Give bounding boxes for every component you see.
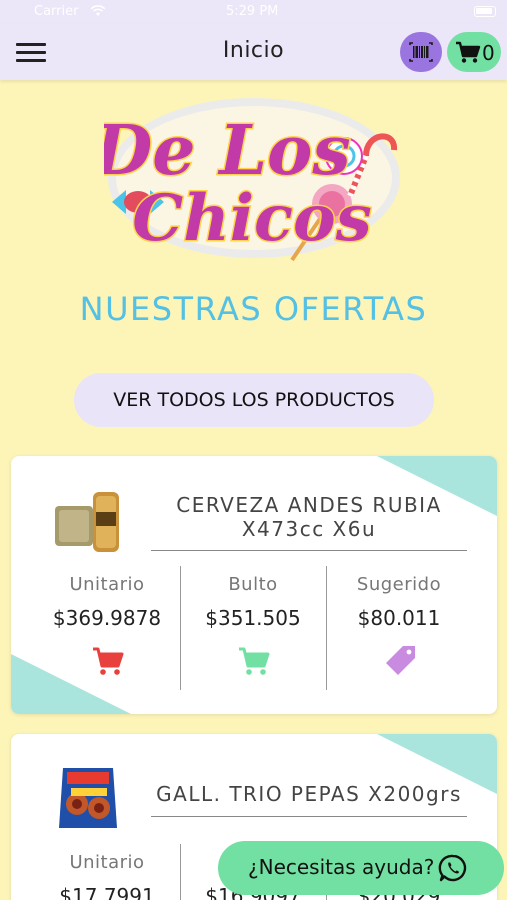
- cart-button[interactable]: 0: [447, 32, 501, 72]
- cart-count: 0: [482, 41, 495, 65]
- product-image: [59, 768, 117, 828]
- clock: 5:29 PM: [226, 4, 279, 19]
- offers-title: NUESTRAS OFERTAS: [79, 290, 428, 328]
- help-whatsapp-button[interactable]: ¿Necesitas ayuda?: [218, 841, 504, 895]
- barcode-scan-button[interactable]: [400, 32, 442, 72]
- view-all-products-button[interactable]: VER TODOS LOS PRODUCTOS: [74, 373, 434, 427]
- product-name: GALL. TRIO PEPAS X200grs: [156, 782, 462, 806]
- carrier-label: Carrier: [34, 4, 79, 19]
- suggested-price: $80.011: [357, 606, 441, 630]
- help-label: ¿Necesitas ayuda?: [248, 855, 435, 879]
- brand-logo: De Los Chicos: [104, 98, 400, 262]
- unit-price: $369.9878: [52, 606, 162, 630]
- bulk-label: Bulto: [228, 574, 278, 595]
- bulk-price-column: Bulto $351.505: [183, 574, 323, 694]
- whatsapp-icon: [438, 854, 467, 882]
- unit-label: Unitario: [69, 852, 145, 873]
- status-bar: Carrier 5:29 PM: [0, 0, 507, 24]
- unit-price: $17.7991: [59, 884, 155, 900]
- column-divider: [180, 566, 181, 690]
- wifi-icon: [90, 5, 106, 16]
- cart-icon: [456, 41, 481, 63]
- logo-text-line1: De Los: [104, 111, 351, 191]
- column-divider: [326, 566, 327, 690]
- logo-text-line2: Chicos: [132, 181, 371, 256]
- product-card: CERVEZA ANDES RUBIA X473cc X6u Unitario …: [11, 456, 497, 714]
- top-nav-bar: Inicio 0: [0, 24, 507, 80]
- battery-icon: [474, 6, 496, 17]
- unit-price-column: Unitario $369.9878: [37, 574, 177, 694]
- divider: [151, 816, 467, 817]
- unit-label: Unitario: [69, 574, 145, 595]
- product-image: [55, 492, 119, 552]
- tag-icon: [386, 646, 415, 675]
- divider: [151, 550, 467, 551]
- product-name: CERVEZA ANDES RUBIA X473cc X6u: [176, 493, 442, 541]
- cart-icon[interactable]: [237, 644, 271, 678]
- unit-price-column: Unitario $17.7991: [37, 852, 177, 900]
- suggested-price-column: Sugerido $80.011: [329, 574, 469, 694]
- barcode-icon: [409, 42, 433, 62]
- bulk-price: $351.505: [205, 606, 301, 630]
- column-divider: [180, 844, 181, 900]
- cart-icon[interactable]: [91, 644, 125, 678]
- suggested-label: Sugerido: [356, 574, 442, 595]
